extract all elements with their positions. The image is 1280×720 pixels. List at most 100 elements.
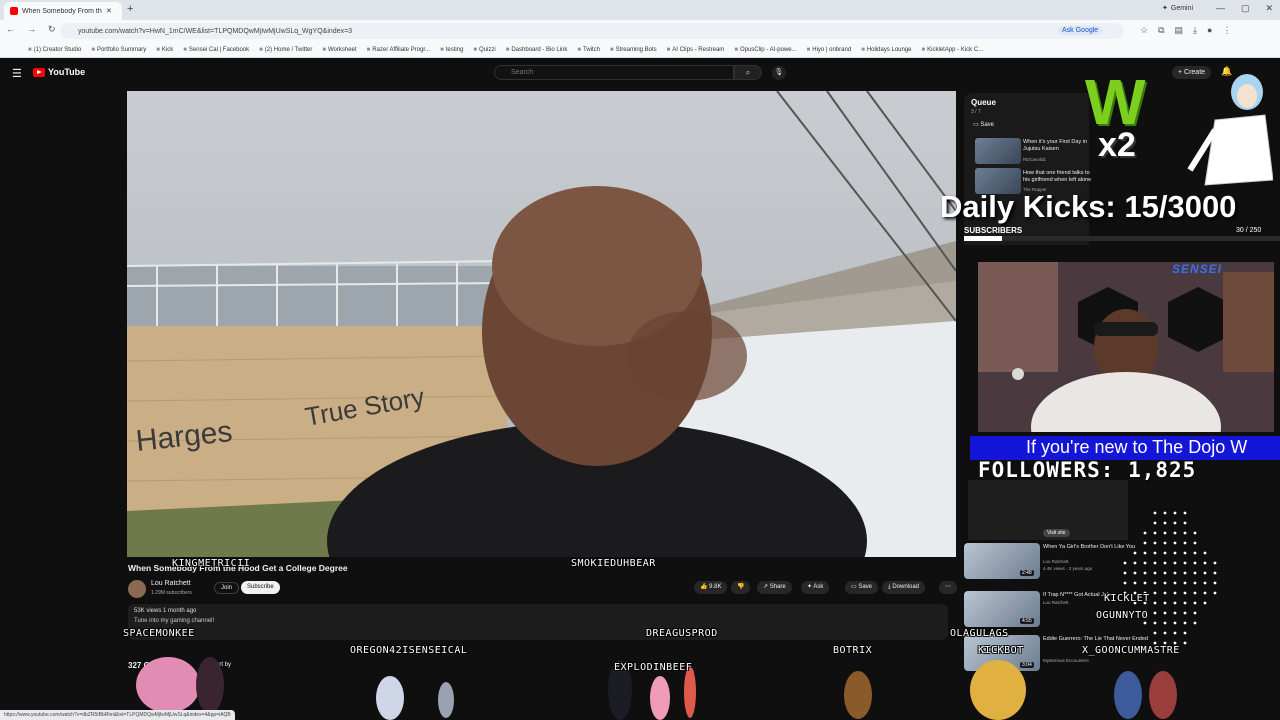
bookmark-item[interactable]: Holidays Lounge xyxy=(861,47,912,53)
matrix-dot xyxy=(1193,591,1197,595)
bookmark-item[interactable]: Hiyo | onbrand xyxy=(807,47,851,53)
bookmark-item[interactable]: (2) Home / Twitter xyxy=(259,47,313,53)
bookmark-star-icon[interactable]: ☆ xyxy=(1140,25,1148,36)
bookmark-item[interactable]: OpusClip - AI-powe... xyxy=(734,47,797,53)
youtube-logo[interactable]: YouTube xyxy=(33,67,85,77)
matrix-dot xyxy=(1183,571,1187,575)
matrix-dot xyxy=(1133,561,1137,565)
minimize-icon[interactable]: — xyxy=(1216,3,1225,14)
matrix-dot xyxy=(1173,551,1177,555)
matrix-dot xyxy=(1163,531,1167,535)
bookmark-item[interactable]: (1) Creator Studio xyxy=(28,47,82,53)
queue-save-button[interactable]: ▭ Save xyxy=(973,121,994,128)
matrix-dot xyxy=(1123,561,1127,565)
chatter-name: BOTRIX xyxy=(833,645,873,656)
bookmark-item[interactable]: Twitch xyxy=(577,47,600,53)
matrix-dot xyxy=(1153,561,1157,565)
bookmarks-bar: (1) Creator Studio Portfolio Summary Kic… xyxy=(0,42,1280,58)
bookmark-item[interactable]: Dashboard - Bio Link xyxy=(506,47,567,53)
close-window-icon[interactable]: ✕ xyxy=(1266,3,1274,14)
matrix-dot xyxy=(1183,621,1187,625)
download-icon[interactable]: ⤓ xyxy=(1193,25,1197,36)
bookmark-item[interactable]: Razer Affiliate Progr... xyxy=(367,47,430,53)
channel-avatar[interactable] xyxy=(128,580,146,598)
sidebar-icon[interactable]: ▤ xyxy=(1175,25,1184,36)
bookmark-item[interactable]: Streaming Bots xyxy=(610,47,657,53)
gemini-icon: ✦ xyxy=(1162,5,1168,12)
bookmark-item[interactable]: testing xyxy=(440,47,464,53)
tab-close-icon[interactable]: ✕ xyxy=(106,7,112,15)
followers-counter: FOLLOWERS: 1,825 xyxy=(978,458,1197,482)
subscribe-button[interactable]: Subscribe xyxy=(241,581,280,594)
bookmark-item[interactable]: Portfolio Summary xyxy=(91,47,146,53)
matrix-dot xyxy=(1173,621,1177,625)
bookmark-item[interactable]: Worksheet xyxy=(322,47,357,53)
queue-item-title[interactable]: How that one friend talks to his girlfri… xyxy=(1023,170,1093,184)
matrix-dot xyxy=(1193,581,1197,585)
forward-icon[interactable]: → xyxy=(27,24,36,35)
matrix-dot xyxy=(1193,531,1197,535)
bookmark-item[interactable]: Kick xyxy=(156,47,173,53)
join-button[interactable]: Join xyxy=(214,582,240,594)
reload-icon[interactable]: ↻ xyxy=(48,24,56,35)
like-button[interactable]: 👍 9.8K xyxy=(694,581,728,594)
save-button[interactable]: ▭ Save xyxy=(845,581,879,594)
search-input[interactable]: Search xyxy=(494,65,734,80)
chatter-name: SMOKIEDUHBEAR xyxy=(571,558,656,569)
visit-site-button[interactable]: Visit site xyxy=(1043,529,1070,537)
ask-google-button[interactable]: Ask Google xyxy=(1058,26,1103,35)
voice-search-icon[interactable]: 🎙 xyxy=(772,66,786,80)
back-icon[interactable]: ← xyxy=(6,24,15,35)
subscribers-goal-bar xyxy=(964,236,1280,241)
bookmark-item[interactable]: AI Clips - Restream xyxy=(667,47,724,53)
w-counter-label: W xyxy=(1085,66,1146,138)
bookmark-item[interactable]: Quizzi xyxy=(473,47,496,53)
chatter-sprites xyxy=(136,657,1177,720)
matrix-dot xyxy=(1213,591,1217,595)
queue-item-thumbnail[interactable] xyxy=(975,138,1021,164)
matrix-dot xyxy=(1173,591,1177,595)
matrix-dot xyxy=(1163,601,1167,605)
matrix-dot xyxy=(1203,591,1207,595)
ask-button[interactable]: ✦ Ask xyxy=(801,581,830,594)
matrix-dot xyxy=(1163,611,1167,615)
address-bar[interactable]: youtube.com/watch?v=HwN_1mC/WE&list=TLPQ… xyxy=(60,23,1124,39)
matrix-dot xyxy=(1183,551,1187,555)
description-text: Tune into my gaming channel! xyxy=(134,618,215,624)
description-box[interactable] xyxy=(128,604,948,640)
matrix-dot xyxy=(1183,511,1187,515)
maximize-icon[interactable]: ▢ xyxy=(1241,3,1250,14)
profile-avatar[interactable]: ● xyxy=(1207,25,1212,36)
related-channel: Lou Ratchett xyxy=(1043,600,1069,605)
share-label: Share xyxy=(769,584,786,590)
webcam-feed xyxy=(978,262,1274,432)
like-count: 9.8K xyxy=(709,584,722,590)
matrix-dot xyxy=(1163,521,1167,525)
new-tab-button[interactable]: + xyxy=(127,3,133,15)
share-button[interactable]: ↗ Share xyxy=(757,581,792,594)
browser-menu-icon[interactable]: ⋮ xyxy=(1222,25,1231,36)
matrix-dot xyxy=(1173,631,1177,635)
extensions-icon[interactable]: ⧉ xyxy=(1158,25,1164,36)
matrix-dot xyxy=(1183,531,1187,535)
matrix-dot xyxy=(1163,571,1167,575)
gemini-button[interactable]: ✦ Gemini xyxy=(1162,4,1193,13)
matrix-dot xyxy=(1173,571,1177,575)
hamburger-menu-icon[interactable]: ☰ xyxy=(12,67,22,80)
matrix-dot xyxy=(1203,571,1207,575)
download-button[interactable]: ⤓ Download xyxy=(882,581,926,594)
dislike-button[interactable]: 👎 xyxy=(731,581,751,594)
matrix-dot xyxy=(1133,571,1137,575)
bookmark-item[interactable]: Sensei Cal | Facebook xyxy=(183,47,249,53)
matrix-dot xyxy=(1153,601,1157,605)
channel-name[interactable]: Lou Ratchett xyxy=(151,580,191,587)
search-button[interactable]: ⌕ xyxy=(734,65,762,80)
queue-item-title[interactable]: When it's your First Day in Jujutsu Kais… xyxy=(1023,139,1093,153)
video-player[interactable]: Harges True Story xyxy=(127,91,956,557)
bookmark-item[interactable]: KickletApp - Kick C... xyxy=(922,47,983,53)
matrix-dot xyxy=(1153,531,1157,535)
more-actions-icon[interactable]: ⋯ xyxy=(939,581,957,594)
matrix-dot xyxy=(1183,591,1187,595)
matrix-dot xyxy=(1163,541,1167,545)
browser-tab-active[interactable]: When Somebody From the ✕ xyxy=(4,2,122,20)
